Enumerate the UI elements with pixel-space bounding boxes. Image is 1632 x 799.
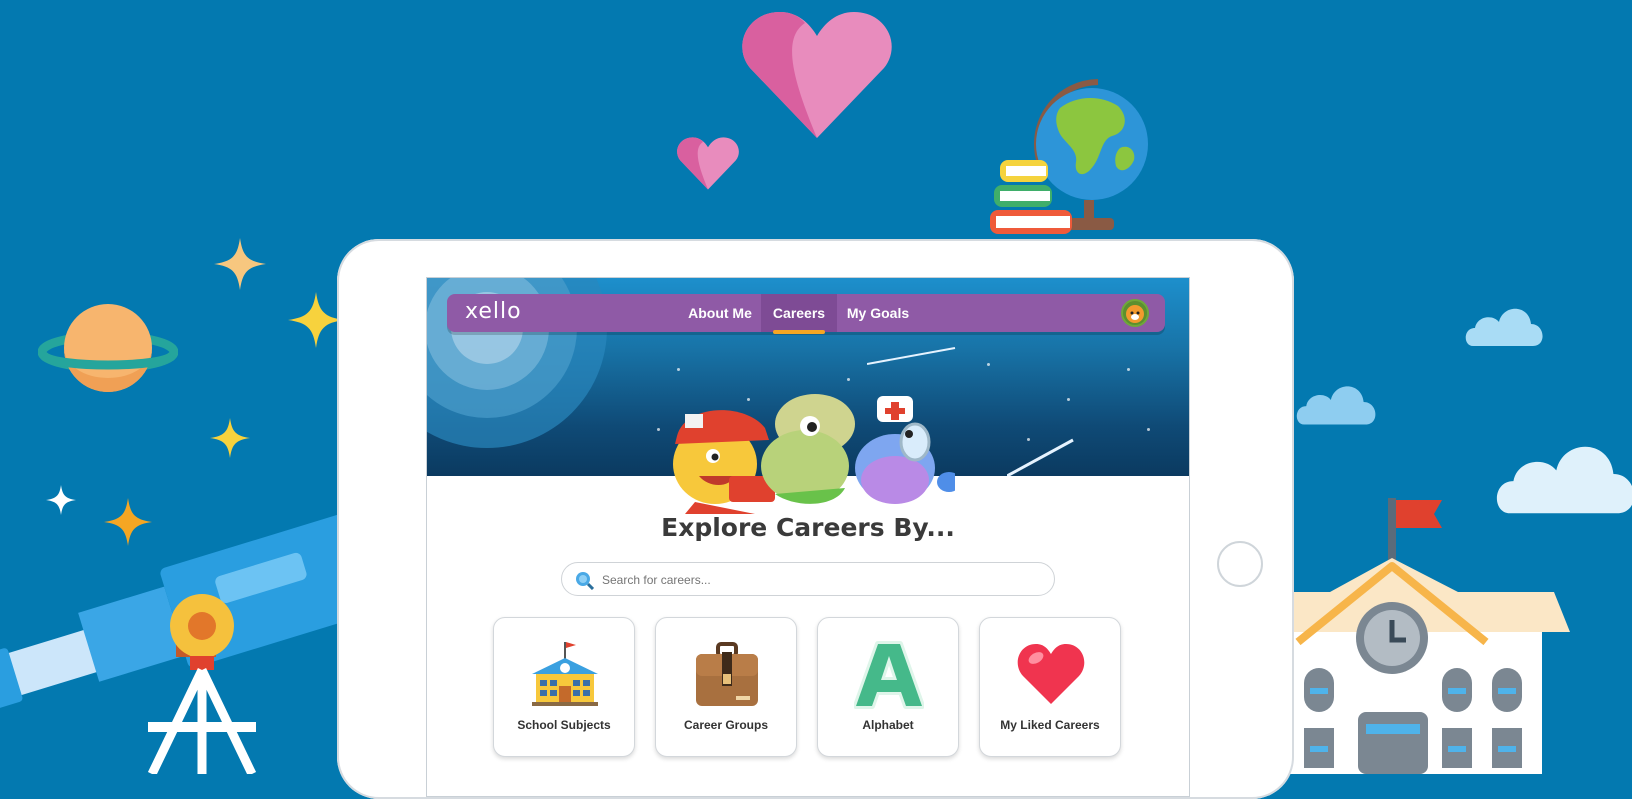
sparkle-icon bbox=[288, 292, 344, 348]
card-label: My Liked Careers bbox=[1000, 718, 1100, 732]
active-tab-indicator bbox=[773, 330, 825, 334]
nav-careers[interactable]: Careers bbox=[761, 294, 837, 334]
mascots-illustration bbox=[673, 394, 955, 514]
app-screen: xello About Me Careers My Goals Explore … bbox=[426, 277, 1190, 797]
shooting-star-icon bbox=[1007, 438, 1074, 476]
avatar[interactable] bbox=[1121, 299, 1149, 327]
search-box[interactable] bbox=[561, 562, 1055, 597]
school-building-icon bbox=[1290, 498, 1570, 774]
nav-careers-label: Careers bbox=[772, 305, 826, 321]
cloud-icon bbox=[1465, 308, 1543, 346]
nav-my-goals[interactable]: My Goals bbox=[841, 294, 915, 332]
letter-a-icon bbox=[854, 641, 924, 709]
card-alphabet[interactable]: Alphabet bbox=[817, 617, 959, 757]
planet-icon bbox=[38, 304, 178, 392]
shooting-star-icon bbox=[867, 347, 956, 365]
card-label: Alphabet bbox=[862, 718, 914, 732]
card-label: Career Groups bbox=[683, 718, 769, 732]
cloud-icon bbox=[1296, 386, 1376, 425]
tablet-home-button bbox=[1217, 541, 1263, 587]
top-nav: xello About Me Careers My Goals bbox=[447, 294, 1165, 334]
sparkle-icon bbox=[210, 418, 250, 458]
search-input[interactable] bbox=[600, 563, 1044, 597]
search-icon bbox=[576, 572, 594, 590]
card-school-subjects[interactable]: School Subjects bbox=[493, 617, 635, 757]
page-title: Explore Careers By... bbox=[661, 513, 955, 542]
card-my-liked-careers[interactable]: My Liked Careers bbox=[979, 617, 1121, 757]
school-icon bbox=[532, 642, 598, 706]
card-label: School Subjects bbox=[517, 718, 611, 732]
globe-books-icon bbox=[990, 79, 1148, 234]
tiger-avatar-icon bbox=[1126, 305, 1144, 323]
xello-logo[interactable]: xello bbox=[465, 299, 522, 324]
big-heart-icon bbox=[742, 12, 892, 138]
briefcase-icon bbox=[696, 642, 758, 706]
heart-icon bbox=[1017, 644, 1085, 704]
small-heart-icon bbox=[677, 137, 739, 190]
sparkle-icon bbox=[214, 238, 266, 290]
card-career-groups[interactable]: Career Groups bbox=[655, 617, 797, 757]
nav-about-me[interactable]: About Me bbox=[683, 294, 757, 332]
